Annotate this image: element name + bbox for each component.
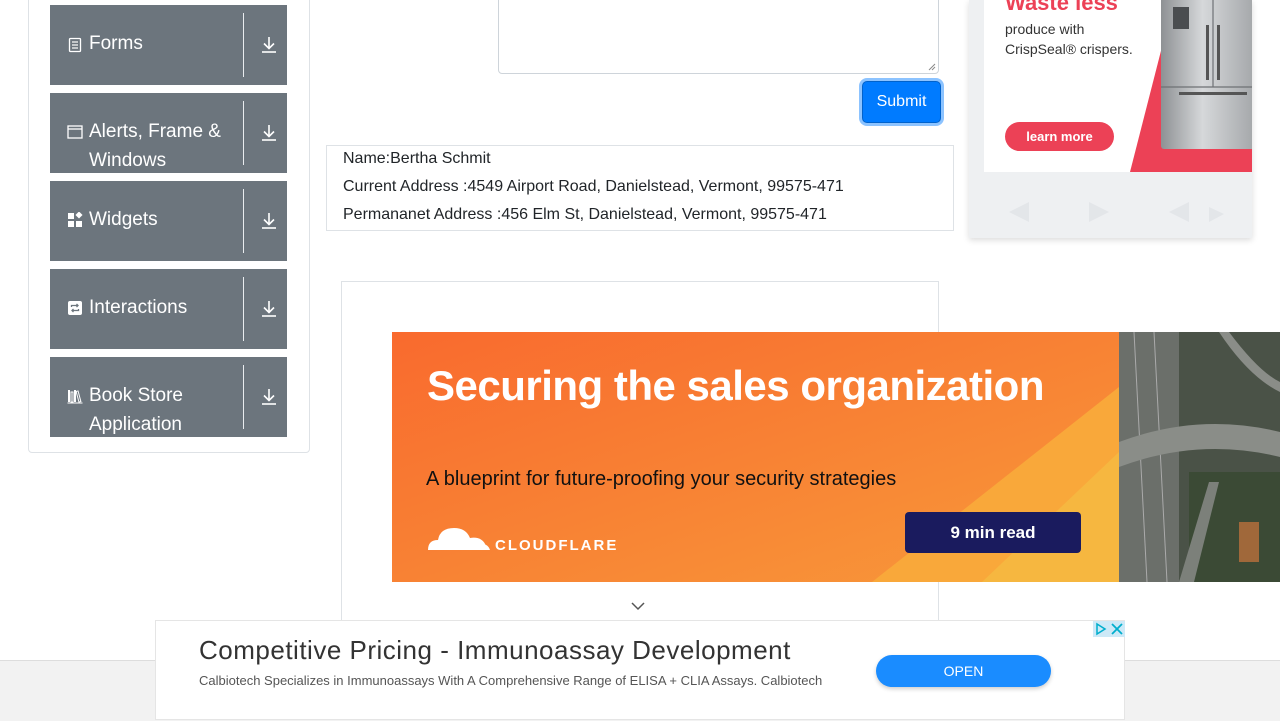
- ad-headline: Waste less: [1005, 0, 1118, 15]
- interactions-icon: [68, 301, 82, 315]
- divider: [243, 189, 244, 253]
- output-panel: Name:Bertha Schmit Current Address :4549…: [326, 145, 954, 231]
- sidebar-group-label: Forms: [89, 33, 143, 54]
- ad-pattern-background: [1009, 202, 1224, 222]
- sidebar-group-widgets[interactable]: Widgets: [50, 181, 287, 261]
- books-icon: [67, 390, 83, 404]
- ad-card: Waste less produce with CrispSeal® crisp…: [984, 0, 1252, 172]
- highway-image: [1119, 332, 1280, 582]
- output-name: Name:Bertha Schmit: [343, 150, 491, 167]
- output-current-address: Current Address :4549 Airport Road, Dani…: [343, 178, 844, 195]
- divider: [243, 13, 244, 77]
- fridge-ad[interactable]: Waste less produce with CrispSeal® crisp…: [969, 0, 1252, 238]
- sidebar-group-book-store[interactable]: Book Store Application: [50, 357, 287, 437]
- sidebar-group-interactions[interactable]: Interactions: [50, 269, 287, 349]
- output-permanent-address: Permananet Address :456 Elm St, Danielst…: [343, 206, 827, 223]
- cloudflare-ad[interactable]: Securing the sales organization A bluepr…: [392, 332, 1280, 582]
- sidebar-group-alerts[interactable]: Alerts, Frame & Windows: [50, 93, 287, 173]
- divider: [243, 365, 244, 429]
- read-button[interactable]: 9 min read: [905, 512, 1081, 553]
- ad-subtext: produce with CrispSeal® crispers.: [1005, 21, 1133, 57]
- fridge-image: [1161, 0, 1252, 149]
- download-icon[interactable]: [259, 387, 279, 407]
- adchoices-icon[interactable]: [1093, 621, 1125, 637]
- permanent-address-textarea[interactable]: [498, 0, 939, 74]
- download-icon[interactable]: [259, 299, 279, 319]
- sidebar-group-label: Book Store Application: [89, 385, 183, 435]
- bottom-banner-ad[interactable]: Competitive Pricing - Immunoassay Develo…: [155, 620, 1125, 720]
- ad-headline: Securing the sales organization: [427, 362, 1044, 409]
- sidebar-group-label: Alerts, Frame & Windows: [89, 121, 221, 171]
- download-icon[interactable]: [259, 211, 279, 231]
- chevron-down-icon[interactable]: [630, 600, 646, 612]
- cloudflare-brand-text: CLOUDFLARE: [495, 537, 619, 554]
- open-button[interactable]: OPEN: [876, 655, 1051, 687]
- ad-headline: Competitive Pricing - Immunoassay Develo…: [199, 635, 791, 665]
- ad-subtext: A blueprint for future-proofing your sec…: [426, 468, 897, 490]
- download-icon[interactable]: [259, 35, 279, 55]
- widgets-icon: [68, 212, 83, 227]
- divider: [243, 277, 244, 341]
- learn-more-button[interactable]: learn more: [1005, 122, 1114, 151]
- download-icon[interactable]: [259, 123, 279, 143]
- sidebar-group-label: Interactions: [89, 297, 188, 318]
- submit-button[interactable]: Submit: [862, 81, 941, 123]
- resize-handle-icon[interactable]: [928, 63, 936, 71]
- sidebar-group-label: Widgets: [89, 209, 158, 230]
- divider: [243, 101, 244, 165]
- window-icon: [67, 125, 83, 139]
- sidebar-group-forms[interactable]: Forms: [50, 5, 287, 85]
- document-icon: [68, 37, 82, 53]
- ad-description: Calbiotech Specializes in Immunoassays W…: [199, 673, 823, 688]
